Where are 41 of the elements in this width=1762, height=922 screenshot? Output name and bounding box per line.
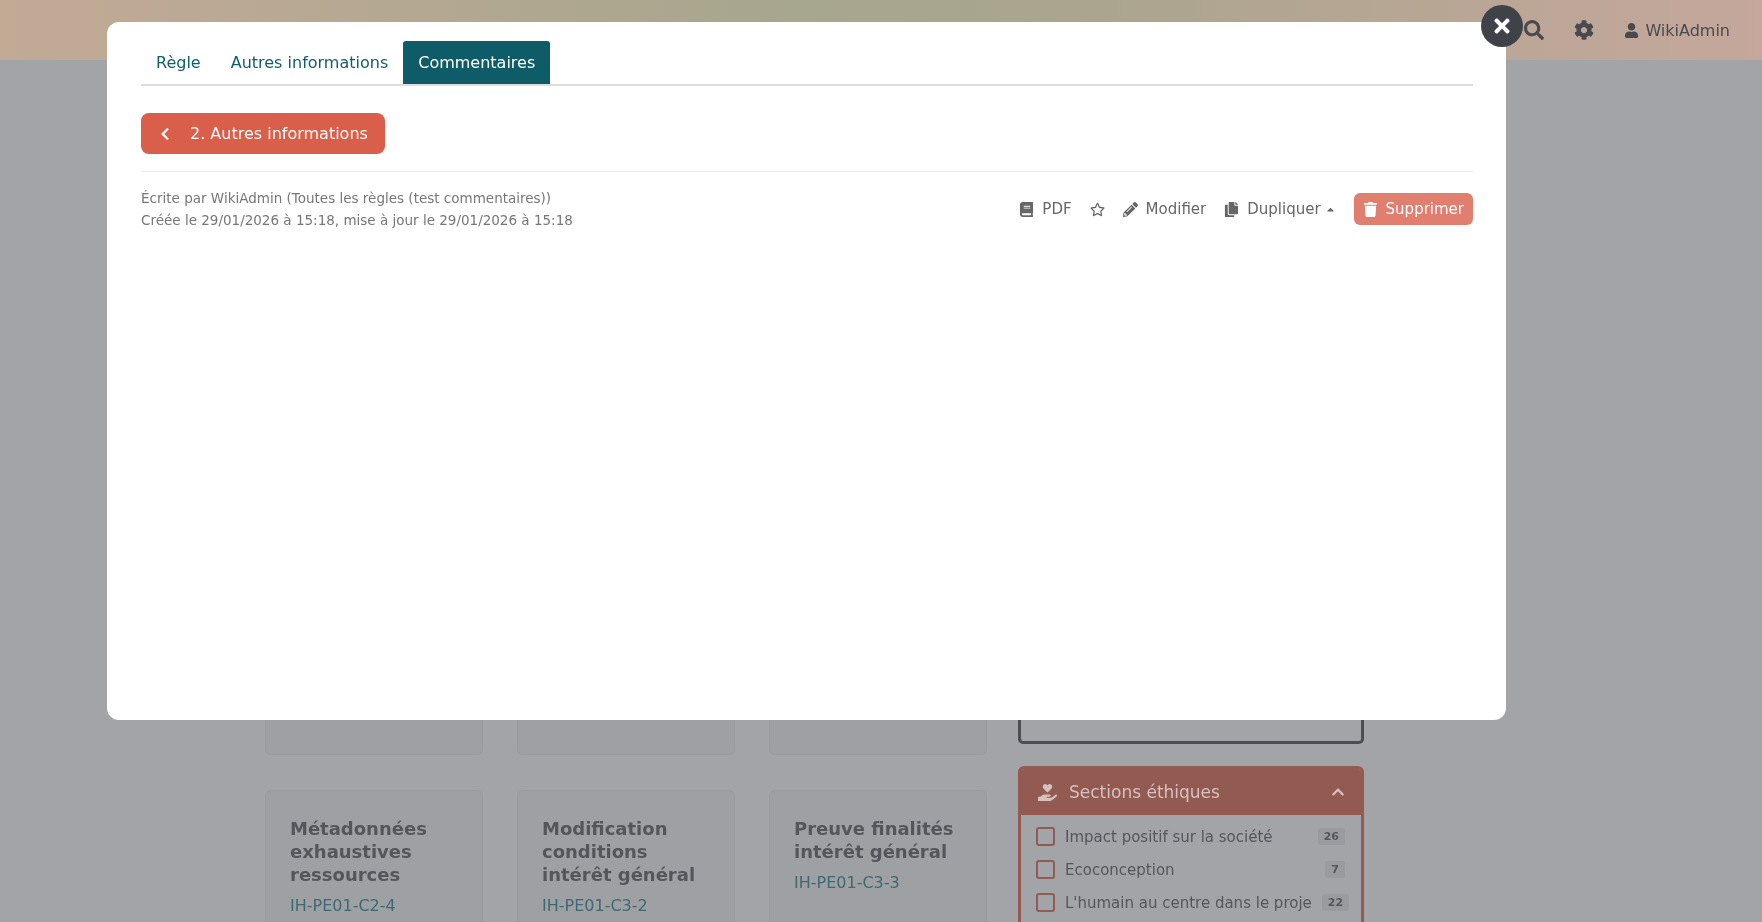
count-badge: 7 — [1325, 861, 1345, 878]
trash-icon — [1362, 201, 1378, 217]
user-menu[interactable]: WikiAdmin — [1624, 20, 1730, 40]
tab[interactable]: Autres informations — [215, 41, 404, 84]
back-button[interactable]: 2. Autres informations — [141, 113, 385, 154]
count-badge: 22 — [1321, 894, 1350, 911]
filter-label: L'humain au centre dans le proje — [1065, 893, 1312, 912]
card-code[interactable]: IH-PE01-C3-2 — [542, 896, 710, 915]
duplicate-dropdown[interactable]: Dupliquer — [1224, 200, 1336, 218]
rule-card[interactable]: Preuve finalités intérêt général IH-PE01-C3-3 — [769, 790, 987, 922]
copy-icon — [1224, 201, 1240, 217]
pdf-link[interactable]: PDF — [1019, 200, 1072, 218]
checkbox[interactable] — [1036, 893, 1055, 912]
search-icon[interactable] — [1524, 20, 1545, 40]
meta-text: Créée le 29/01/2026 à 15:18, mise à jour le 29/01/2026 à 15:18 — [141, 212, 573, 228]
favorite-button[interactable] — [1089, 201, 1105, 217]
rule-card[interactable]: Modification conditions intérêt général IH-PE01-C3-2 — [517, 790, 735, 922]
user-icon — [1624, 22, 1640, 38]
card-code[interactable]: IH-PE01-C2-4 — [290, 896, 458, 915]
star-icon — [1089, 201, 1105, 217]
pencil-icon — [1122, 201, 1138, 217]
panel-header[interactable]: Sections éthiques — [1021, 769, 1361, 815]
tab[interactable]: Règle — [141, 41, 216, 84]
filter-label: Ecoconception — [1065, 860, 1176, 879]
hand-heart-icon — [1038, 782, 1057, 802]
card-title: Modification conditions intérêt général — [542, 817, 697, 886]
delete-button[interactable]: Supprimer — [1353, 193, 1473, 225]
card-title: Preuve finalités intérêt général — [794, 817, 955, 863]
rule-card[interactable]: Métadonnées exhaustives ressources IH-PE01-C2-4 — [265, 790, 483, 922]
edit-link[interactable]: Modifier — [1122, 200, 1207, 218]
book-icon — [1019, 201, 1035, 217]
panel-title: Sections éthiques — [1069, 782, 1221, 802]
checkbox[interactable] — [1036, 860, 1055, 879]
count-badge: 26 — [1317, 828, 1345, 845]
settings-icon[interactable] — [1574, 20, 1595, 40]
card-title: Métadonnées exhaustives ressources — [290, 817, 428, 886]
filter-label: Impact positif sur la société — [1065, 827, 1274, 846]
card-code[interactable]: IH-PE01-C3-3 — [794, 873, 962, 892]
checkbox[interactable] — [1036, 827, 1055, 846]
tab[interactable]: Commentaires — [403, 41, 551, 84]
meta-text: Écrite par WikiAdmin (Toutes les règles (test commentaires)) — [141, 190, 553, 206]
